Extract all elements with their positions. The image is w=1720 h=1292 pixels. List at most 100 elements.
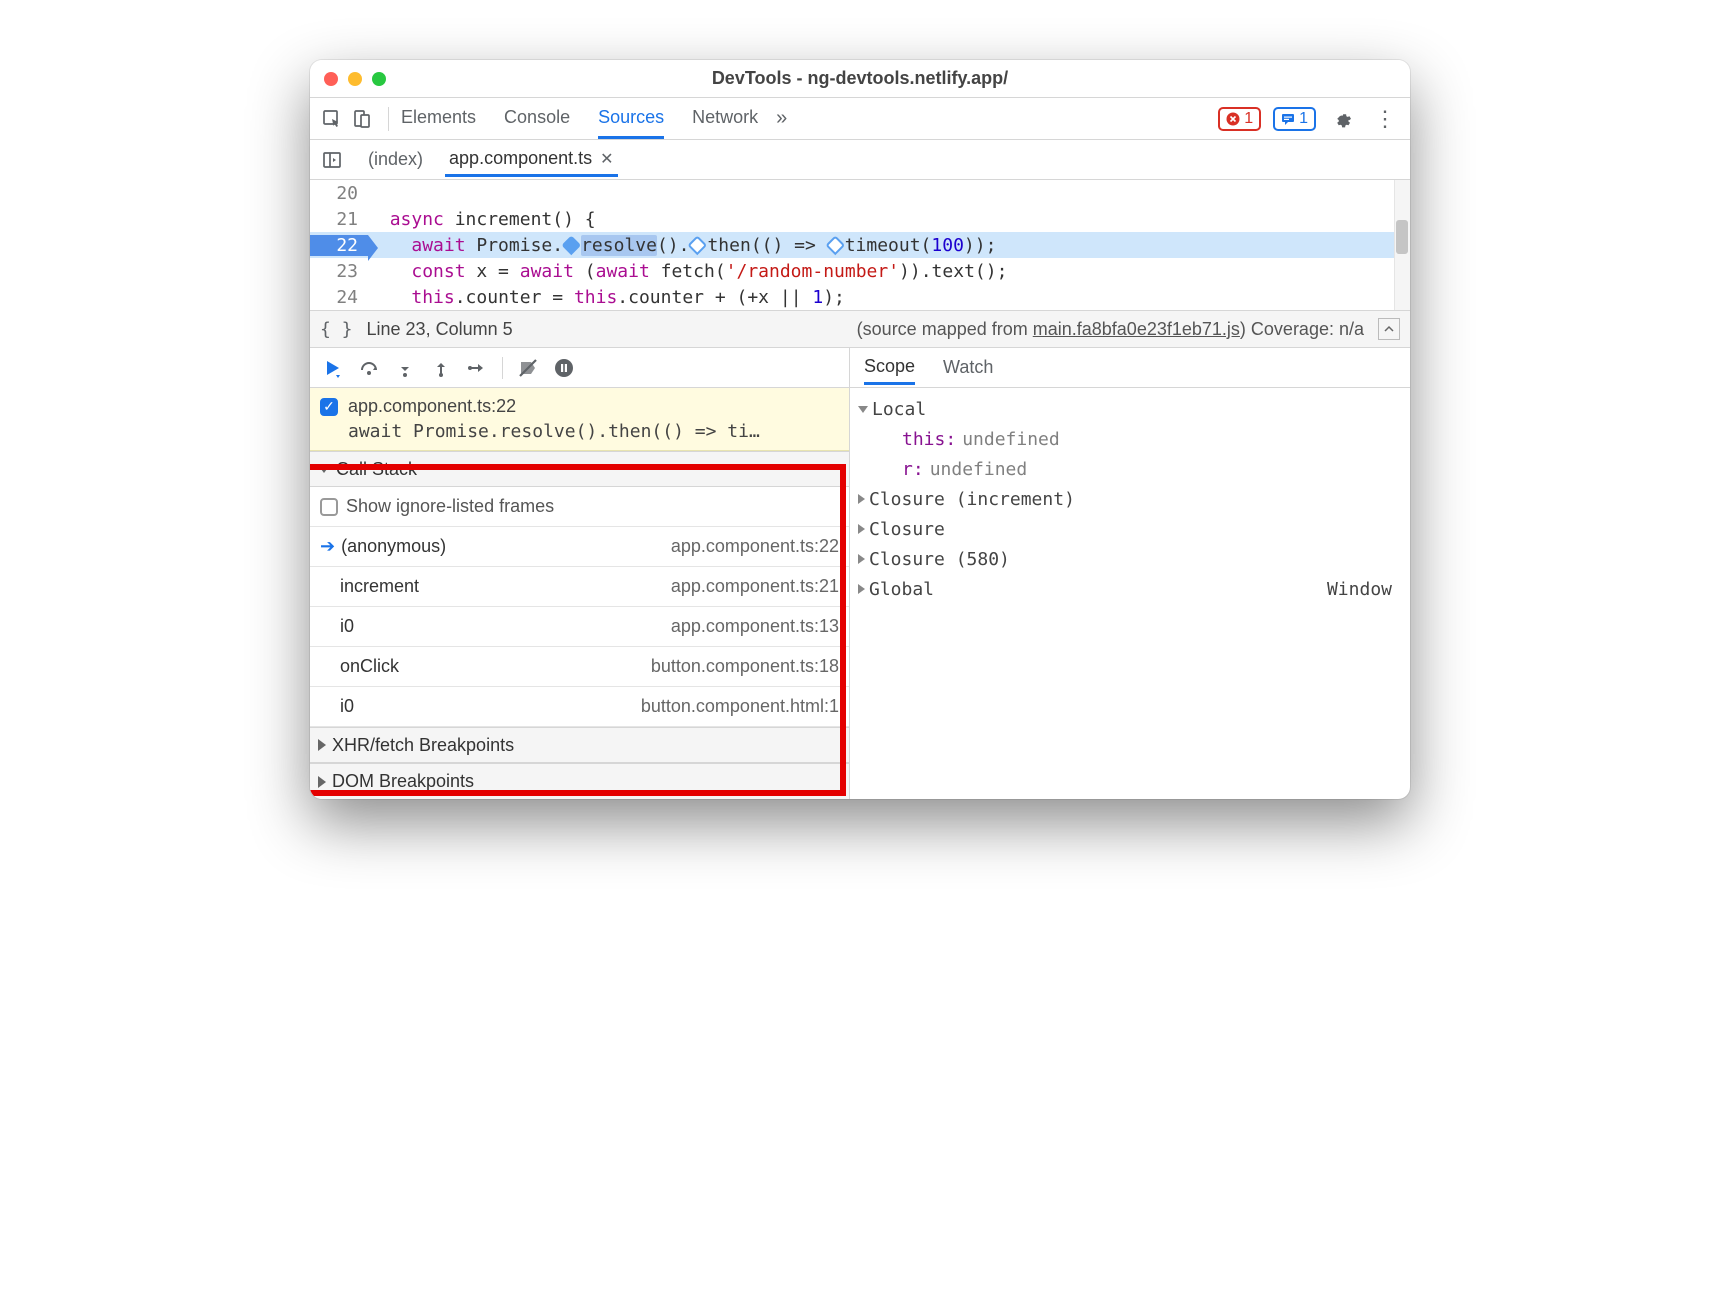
source-map-link[interactable]: main.fa8bfa0e23f1eb71.js	[1033, 319, 1240, 339]
tab-scope[interactable]: Scope	[864, 350, 915, 385]
file-tab-app-component[interactable]: app.component.ts ✕	[445, 142, 618, 177]
tab-watch[interactable]: Watch	[943, 351, 993, 384]
step-icon[interactable]	[462, 353, 492, 383]
frame-name: (anonymous)	[341, 536, 446, 557]
error-icon	[1226, 112, 1240, 126]
frame-location: app.component.ts:22	[671, 536, 839, 557]
frame-location: app.component.ts:21	[671, 576, 839, 597]
scope-label: Local	[872, 399, 926, 420]
scope-entry[interactable]: Closure (580)	[858, 544, 1402, 574]
scope-entry[interactable]: Local	[858, 394, 1402, 424]
scope-entry[interactable]: Closure (increment)	[858, 484, 1402, 514]
scope-value: undefined	[930, 459, 1028, 480]
right-debug-panel: Scope Watch Local this:undefined r: undefin…	[850, 348, 1410, 799]
code-content: this.counter = this.counter + (+x || 1);	[368, 287, 845, 308]
file-tabs: (index) app.component.ts ✕	[310, 140, 1410, 180]
xhr-breakpoints-header[interactable]: XHR/fetch Breakpoints	[310, 727, 849, 763]
scope-value: undefined	[962, 429, 1060, 450]
scrollbar-thumb[interactable]	[1396, 220, 1408, 254]
step-into-icon[interactable]	[390, 353, 420, 383]
tab-network[interactable]: Network	[692, 99, 758, 139]
close-tab-icon[interactable]: ✕	[600, 149, 613, 169]
scope-value: Window	[1327, 579, 1402, 600]
step-out-icon[interactable]	[426, 353, 456, 383]
frame-location: app.component.ts:13	[671, 616, 839, 637]
breakpoint-location[interactable]: app.component.ts:22	[348, 396, 516, 417]
devtools-window: DevTools - ng-devtools.netlify.app/ Elem…	[310, 60, 1410, 799]
step-over-icon[interactable]	[354, 353, 384, 383]
dom-breakpoints-header[interactable]: DOM Breakpoints	[310, 763, 849, 799]
expand-icon	[858, 524, 865, 534]
callstack-header[interactable]: Call Stack	[310, 451, 849, 487]
scope-tree[interactable]: Local this:undefined r: undefined Closure (i…	[850, 388, 1410, 610]
paused-message: ✓ app.component.ts:22 await Promise.reso…	[310, 388, 849, 451]
frame-location: button.component.html:1	[641, 696, 839, 717]
pretty-print-icon[interactable]: { }	[320, 319, 353, 340]
breakpoint-checkbox[interactable]: ✓	[320, 398, 338, 416]
more-menu-icon[interactable]: ⋮	[1368, 106, 1402, 132]
line-number[interactable]: 20	[310, 183, 368, 204]
vertical-scrollbar[interactable]	[1394, 180, 1410, 310]
line-number[interactable]: 23	[310, 261, 368, 282]
inspect-element-icon[interactable]	[318, 105, 346, 133]
message-count: 1	[1299, 110, 1308, 128]
callstack-frame[interactable]: ➔(anonymous)app.component.ts:22	[310, 527, 849, 567]
callstack-frame[interactable]: increment app.component.ts:21	[310, 567, 849, 607]
frame-name: i0	[340, 696, 354, 717]
tab-console[interactable]: Console	[504, 99, 570, 139]
line-number[interactable]: 21	[310, 209, 368, 230]
tab-elements[interactable]: Elements	[401, 99, 476, 139]
more-tabs-button[interactable]: »	[776, 107, 787, 130]
coverage-expand-icon[interactable]	[1378, 318, 1400, 340]
main-toolbar: Elements Console Sources Network » 1 1 ⋮	[310, 98, 1410, 140]
code-editor[interactable]: 2021 async increment() {22 await Promise…	[310, 180, 1410, 310]
scope-entry[interactable]: r: undefined	[858, 454, 1402, 484]
separator	[388, 107, 389, 131]
frame-name: increment	[340, 576, 419, 597]
minimize-window-button[interactable]	[348, 72, 362, 86]
file-tab-index[interactable]: (index)	[364, 143, 427, 176]
titlebar: DevTools - ng-devtools.netlify.app/	[310, 60, 1410, 98]
line-number[interactable]: 24	[310, 287, 368, 308]
expand-icon	[318, 739, 326, 751]
left-debug-panel: ✓ app.component.ts:22 await Promise.reso…	[310, 348, 850, 799]
scope-entry[interactable]: this:undefined	[858, 424, 1402, 454]
scope-entry[interactable]: Closure	[858, 514, 1402, 544]
callstack-frame[interactable]: i0app.component.ts:13	[310, 607, 849, 647]
code-line[interactable]: 22 await Promise.resolve().then(() => ti…	[310, 232, 1410, 258]
code-line[interactable]: 21 async increment() {	[310, 206, 1410, 232]
expand-icon	[858, 584, 865, 594]
callstack-frame[interactable]: onClickbutton.component.ts:18	[310, 647, 849, 687]
navigator-toggle-icon[interactable]	[318, 146, 346, 174]
code-line[interactable]: 24 this.counter = this.counter + (+x || …	[310, 284, 1410, 310]
checkbox-icon[interactable]	[320, 498, 338, 516]
tab-sources[interactable]: Sources	[598, 99, 664, 139]
resume-icon[interactable]	[318, 353, 348, 383]
device-toggle-icon[interactable]	[348, 105, 376, 133]
editor-statusbar: { } Line 23, Column 5 (source mapped fro…	[310, 310, 1410, 348]
window-title: DevTools - ng-devtools.netlify.app/	[712, 68, 1008, 89]
scope-watch-tabs: Scope Watch	[850, 348, 1410, 388]
message-count-badge[interactable]: 1	[1273, 107, 1316, 131]
section-label: DOM Breakpoints	[332, 771, 474, 792]
section-label: XHR/fetch Breakpoints	[332, 735, 514, 756]
settings-icon[interactable]	[1328, 105, 1356, 133]
scope-key: r:	[902, 459, 924, 480]
expand-icon	[318, 776, 326, 788]
frame-name: onClick	[340, 656, 399, 677]
close-window-button[interactable]	[324, 72, 338, 86]
error-count-badge[interactable]: 1	[1218, 107, 1261, 131]
zoom-window-button[interactable]	[372, 72, 386, 86]
expand-icon	[858, 554, 865, 564]
pause-on-exceptions-icon[interactable]	[549, 353, 579, 383]
code-line[interactable]: 20	[310, 180, 1410, 206]
scope-entry[interactable]: GlobalWindow	[858, 574, 1402, 604]
code-line[interactable]: 23 const x = await (await fetch('/random…	[310, 258, 1410, 284]
cursor-position: Line 23, Column 5	[367, 319, 513, 340]
debugger-toolbar	[310, 348, 849, 388]
line-number[interactable]: 22	[310, 235, 368, 256]
expand-icon	[858, 494, 865, 504]
callstack-frame[interactable]: i0 button.component.html:1	[310, 687, 849, 727]
show-ignored-frames-toggle[interactable]: Show ignore-listed frames	[310, 487, 849, 527]
deactivate-breakpoints-icon[interactable]	[513, 353, 543, 383]
